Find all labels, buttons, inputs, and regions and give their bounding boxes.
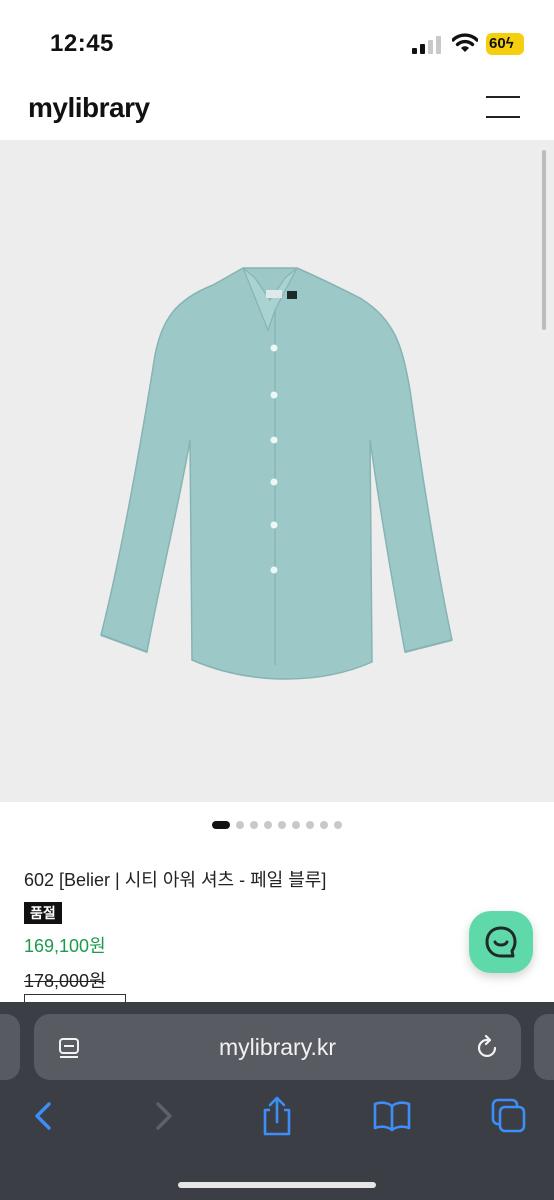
gallery-pagination <box>0 816 554 829</box>
shirt-illustration <box>100 267 453 680</box>
home-indicator[interactable] <box>178 1182 376 1188</box>
battery-level: 60 <box>489 35 506 52</box>
chat-button[interactable] <box>469 911 533 973</box>
pagination-dot[interactable] <box>306 820 314 829</box>
reload-icon[interactable] <box>476 1035 500 1061</box>
status-time: 12:45 <box>50 30 114 57</box>
chat-icon <box>485 926 517 958</box>
tabs-icon[interactable] <box>489 1094 529 1138</box>
pagination-dot[interactable] <box>320 820 328 829</box>
browser-toolbar: mylibrary.kr <box>0 1002 554 1200</box>
address-bar[interactable]: mylibrary.kr <box>34 1014 521 1080</box>
battery-icon: 60ϟ <box>486 33 524 55</box>
pagination-dot[interactable] <box>334 820 342 829</box>
charging-bolt-icon: ϟ <box>505 35 514 52</box>
url-text: mylibrary.kr <box>218 1034 337 1060</box>
sold-out-badge: 품절 <box>24 902 62 924</box>
pagination-dot[interactable] <box>264 820 272 829</box>
pagination-dot[interactable] <box>236 820 244 829</box>
next-tab-preview[interactable] <box>534 1014 554 1080</box>
wifi-icon <box>452 33 478 52</box>
pagination-dot[interactable] <box>250 820 258 829</box>
previous-tab-preview[interactable] <box>0 1014 20 1080</box>
pagination-dot[interactable] <box>212 820 230 829</box>
site-header: mylibrary <box>0 90 554 140</box>
page-scrollbar[interactable] <box>542 150 546 330</box>
share-icon[interactable] <box>257 1094 297 1138</box>
product-image[interactable] <box>0 140 554 802</box>
pagination-dot[interactable] <box>278 820 286 829</box>
pagination-dot[interactable] <box>292 820 300 829</box>
back-icon[interactable] <box>24 1094 64 1138</box>
original-price: 178,000원 <box>24 971 106 991</box>
sale-price: 169,100원 <box>24 936 106 956</box>
hamburger-menu-icon[interactable] <box>486 96 520 118</box>
site-logo[interactable]: mylibrary <box>28 92 150 124</box>
bookmarks-icon[interactable] <box>372 1094 412 1138</box>
status-bar: 12:45 60ϟ <box>0 0 554 90</box>
cellular-signal-icon <box>412 36 441 54</box>
forward-icon[interactable] <box>143 1094 183 1138</box>
product-title: 602 [Belier | 시티 아워 셔츠 - 페일 블루] <box>24 870 327 890</box>
